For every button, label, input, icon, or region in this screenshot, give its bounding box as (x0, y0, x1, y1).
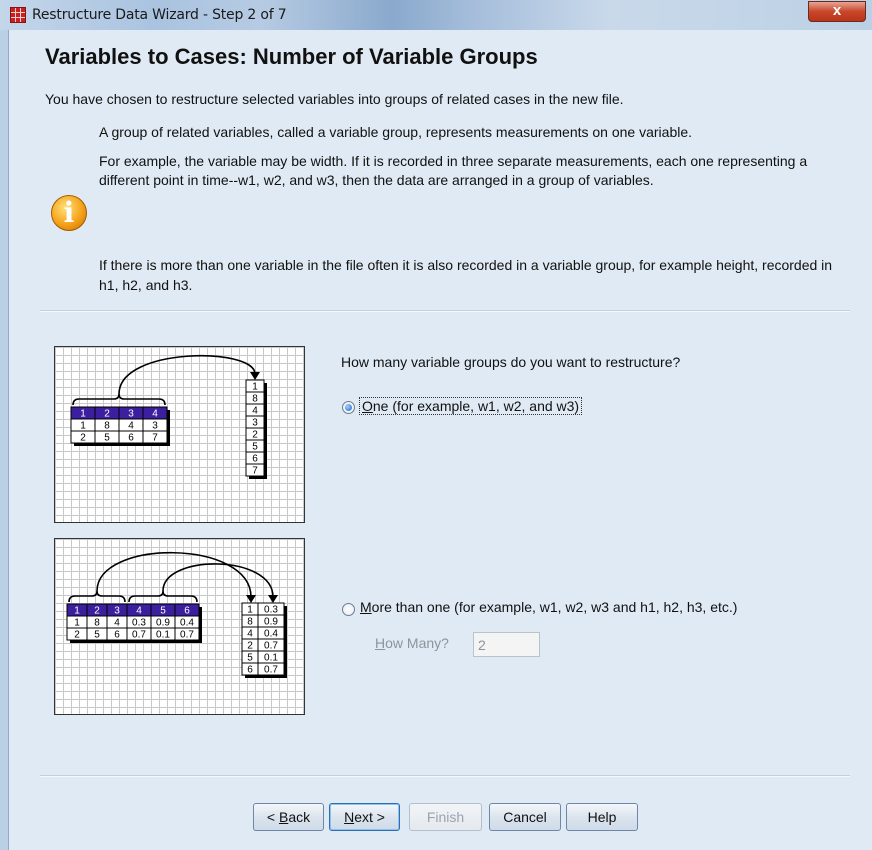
d2-row1-4-text: 0.1 (156, 630, 170, 641)
d2-brace-b (128, 590, 198, 603)
d1-row1-2-text: 6 (128, 433, 134, 444)
d2-row0-3-text: 0.3 (132, 618, 146, 629)
d2-col-b-3-text: 0.7 (264, 641, 278, 652)
d1-col-4-text: 2 (252, 430, 258, 441)
d2-arrow-head-a (246, 595, 256, 603)
how-many-input[interactable] (473, 632, 540, 657)
wizard-window: Restructure Data Wizard - Step 2 of 7 x … (0, 0, 872, 850)
d1-row0-1-text: 8 (104, 421, 110, 432)
d2-brace-a (68, 590, 126, 603)
d2-col-a-5-text: 6 (247, 665, 253, 676)
d1-arc-arrow (118, 355, 256, 395)
next-text: ext > (354, 809, 385, 825)
back-prefix: < (266, 809, 279, 825)
cancel-button[interactable]: Cancel (489, 803, 561, 831)
d2-row0-1-text: 8 (94, 618, 100, 629)
d1-row0-3-text: 3 (152, 421, 158, 432)
d1-row1-1-text: 5 (104, 433, 110, 444)
how-many-mnemonic: H (375, 635, 386, 651)
d2-row1-2-text: 6 (114, 630, 120, 641)
d1-col-2-text: 4 (252, 406, 258, 417)
d2-row1-3-text: 0.7 (132, 630, 146, 641)
d1-row0-0-text: 1 (80, 421, 86, 432)
d2-header-5-text: 6 (184, 606, 190, 617)
back-text: ack (288, 809, 311, 825)
d2-row1-0-text: 2 (74, 630, 80, 641)
how-many-text: ow Many? (385, 635, 449, 651)
d2-arc-arrow-a (96, 551, 252, 598)
d2-arrow-head-b (268, 595, 278, 603)
how-many-label: How Many? (375, 635, 449, 651)
d1-col-1-text: 8 (252, 394, 258, 405)
d2-row0-4-text: 0.9 (156, 618, 170, 629)
d2-col-a-2-text: 4 (247, 629, 253, 640)
d2-row0-0-text: 1 (74, 618, 80, 629)
info-paragraph-3: If there is more than one variable in th… (99, 257, 833, 293)
separator-bottom (40, 775, 850, 777)
d2-col-b-0-text: 0.3 (264, 605, 278, 616)
d2-col-a-3-text: 2 (247, 641, 253, 652)
d1-row1-3-text: 7 (152, 433, 158, 444)
option-more-mnemonic: M (360, 599, 372, 615)
question-label: How many variable groups do you want to … (341, 354, 681, 370)
d1-header-2-text: 3 (128, 409, 134, 420)
d2-header-4-text: 5 (160, 606, 166, 617)
option-one-mnemonic: O (362, 398, 373, 414)
d2-row1-5-text: 0.7 (180, 630, 194, 641)
d2-col-b-5-text: 0.7 (264, 665, 278, 676)
separator-top (40, 310, 850, 312)
option-more-label[interactable]: More than one (for example, w1, w2, w3 a… (360, 599, 737, 615)
d1-arrow-head (250, 372, 260, 380)
help-button[interactable]: Help (566, 803, 638, 831)
d1-header-1-text: 2 (104, 409, 110, 420)
d1-col-5-text: 5 (252, 442, 258, 453)
option-one-radio[interactable] (342, 401, 355, 414)
multi-group-diagram: 1 2 3 4 5 6 1 8 4 0.3 0.9 0.4 2 5 6 0.7 0.1 0.7 1 8 4 2 5 6 0.3 0… (54, 538, 305, 715)
d2-col-a-0-text: 1 (247, 605, 253, 616)
window-title: Restructure Data Wizard - Step 2 of 7 (32, 7, 287, 23)
d2-header-0-text: 1 (74, 606, 80, 617)
info-paragraph-1: A group of related variables, called a v… (99, 124, 693, 140)
d2-col-a-1-text: 8 (247, 617, 253, 628)
d2-row0-2-text: 4 (114, 618, 120, 629)
spss-app-icon (10, 7, 26, 23)
option-one-text: ne (for example, w1, w2, and w3) (372, 398, 580, 414)
close-button[interactable]: x (808, 1, 866, 22)
d2-col-b-4-text: 0.1 (264, 653, 278, 664)
d2-header-1-text: 2 (94, 606, 100, 617)
d2-row1-1-text: 5 (94, 630, 100, 641)
d1-col-6-text: 6 (252, 454, 258, 465)
option-one-label[interactable]: One (for example, w1, w2, and w3) (358, 397, 583, 415)
option-more-text: ore than one (for example, w1, w2, w3 an… (371, 599, 738, 615)
intro-text: You have chosen to restructure selected … (45, 91, 624, 107)
d2-col-b-1-text: 0.9 (264, 617, 278, 628)
d2-col-a-4-text: 5 (247, 653, 253, 664)
d1-brace (72, 393, 166, 406)
d1-row1-0-text: 2 (80, 433, 86, 444)
d1-col-7-text: 7 (252, 466, 258, 477)
back-button[interactable]: < Back (253, 803, 324, 831)
one-group-illustration: 1 2 3 41 8 4 32 5 6 718432567 (70, 355, 267, 479)
info-icon: i (51, 195, 87, 231)
option-more-radio[interactable] (342, 603, 355, 616)
d2-arc-arrow-b (162, 563, 274, 598)
page-title: Variables to Cases: Number of Variable G… (45, 44, 538, 69)
multi-group-illustration: 1 2 3 4 5 61 8 4 0.3 0.9 0.42 5 6 0.7 0.1 0.71842560.30… (66, 551, 287, 678)
d2-row0-5-text: 0.4 (180, 618, 194, 629)
finish-button[interactable]: Finish (409, 803, 482, 831)
back-mnemonic: B (278, 809, 289, 825)
d1-col-0-text: 1 (252, 382, 258, 393)
title-bar[interactable]: Restructure Data Wizard - Step 2 of 7 x (0, 0, 872, 30)
d1-col-3-text: 3 (252, 418, 258, 429)
next-button[interactable]: Next > (329, 803, 400, 831)
d1-header-0-text: 1 (80, 409, 86, 420)
d2-header-3-text: 4 (136, 606, 142, 617)
info-paragraph-2: For example, the variable may be width. … (99, 153, 808, 188)
d2-header-2-text: 3 (114, 606, 120, 617)
next-mnemonic: N (344, 809, 355, 825)
d1-header-3-text: 4 (152, 409, 158, 420)
one-group-diagram: 12341843256718432567 (54, 346, 305, 523)
d2-col-b-2-text: 0.4 (264, 629, 278, 640)
d1-row0-2-text: 4 (128, 421, 134, 432)
